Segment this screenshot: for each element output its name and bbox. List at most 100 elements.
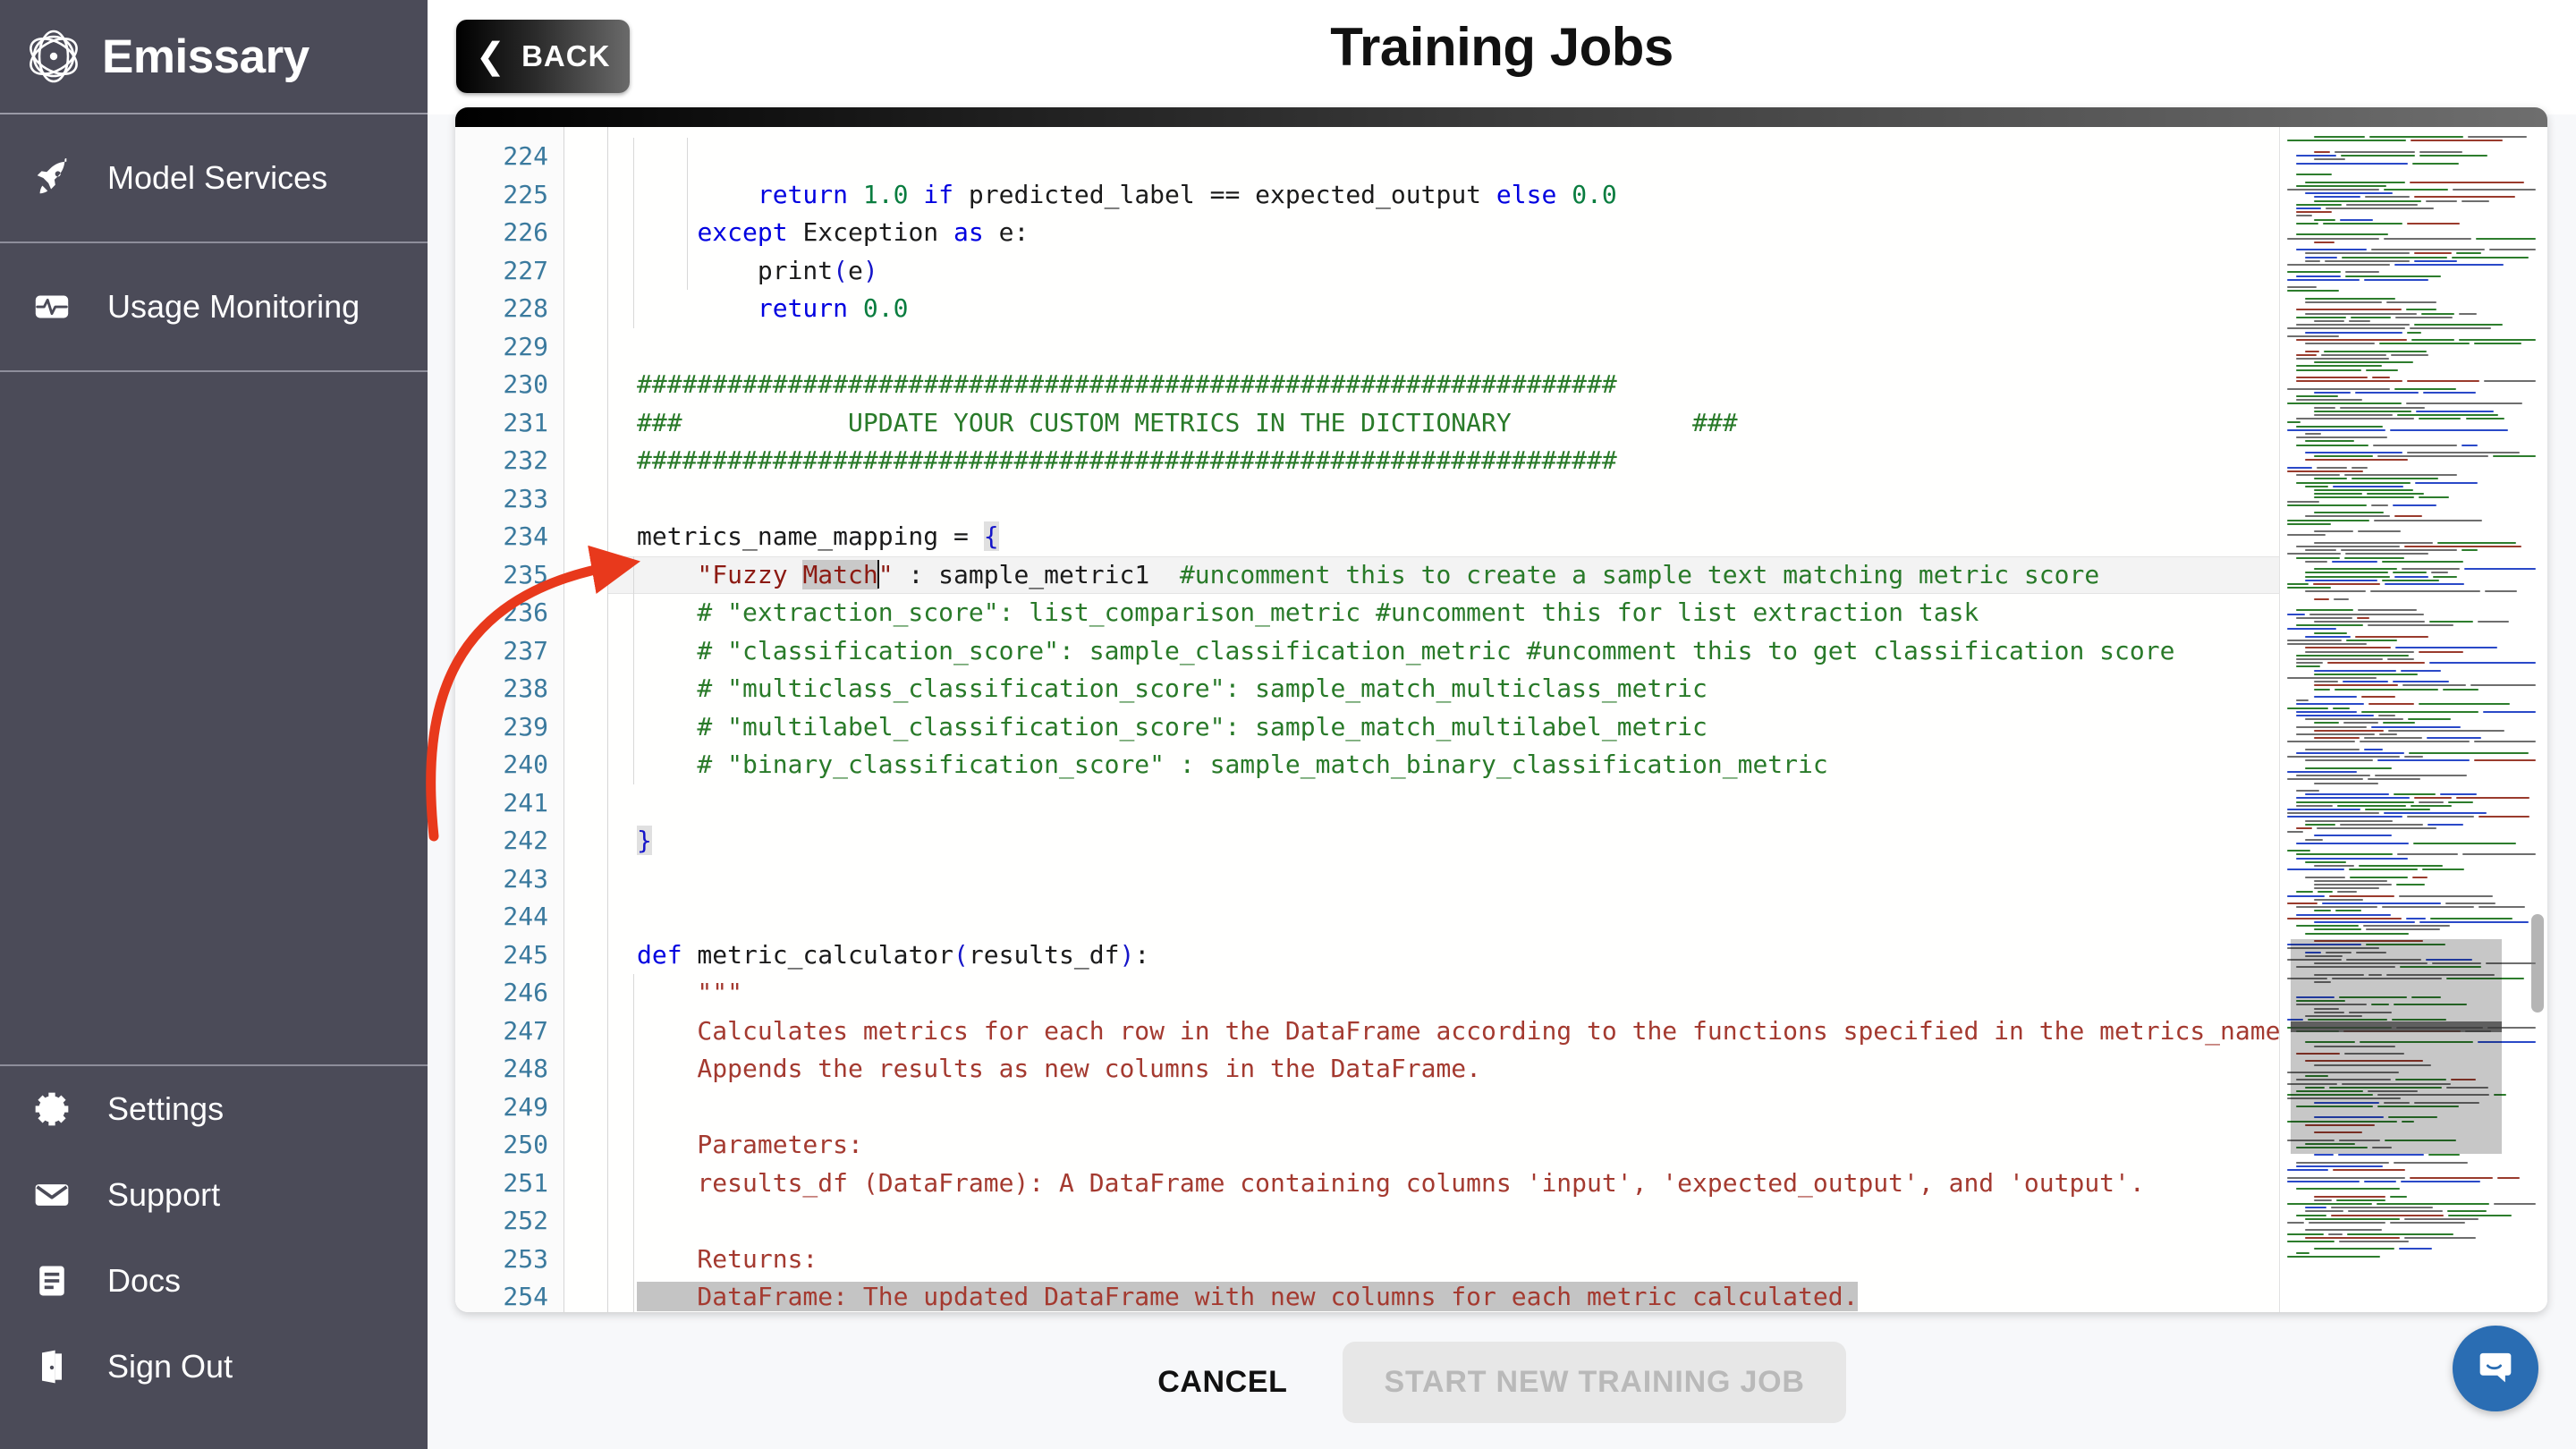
minimap-line xyxy=(2296,211,2332,214)
code-line[interactable]: # "multilabel_classification_score": sam… xyxy=(608,708,2279,747)
code-line[interactable]: except Exception as e: xyxy=(608,214,2279,252)
minimap-slider[interactable] xyxy=(2291,1021,2502,1032)
minimap-line xyxy=(2314,887,2380,890)
code-line[interactable] xyxy=(608,138,2279,176)
minimap-line xyxy=(2381,560,2464,563)
vertical-scrollbar-track[interactable] xyxy=(2528,127,2547,1312)
code-line[interactable]: def metric_calculator(results_df): xyxy=(608,936,2279,975)
code-line[interactable]: } xyxy=(608,822,2279,860)
brand-name: Emissary xyxy=(102,30,309,83)
sidebar-item-docs[interactable]: Docs xyxy=(0,1238,428,1324)
minimap-line xyxy=(2377,1203,2489,1205)
code-line[interactable]: # "extraction_score": list_comparison_me… xyxy=(608,594,2279,632)
code-line[interactable]: metrics_name_mapping = { xyxy=(608,518,2279,556)
minimap-line xyxy=(2367,493,2425,496)
code-line[interactable]: DataFrame: The updated DataFrame with ne… xyxy=(608,1278,2279,1312)
code-line[interactable]: Calculates metrics for each row in the D… xyxy=(608,1013,2279,1051)
code-line[interactable]: return 0.0 xyxy=(608,290,2279,328)
minimap-line xyxy=(2360,1041,2474,1044)
code-line[interactable] xyxy=(608,860,2279,899)
minimap-line xyxy=(2296,358,2390,360)
vertical-scrollbar-thumb[interactable] xyxy=(2531,914,2544,1013)
minimap-line xyxy=(2287,327,2406,330)
code-line[interactable]: ### UPDATE YOUR CUSTOM METRICS IN THE DI… xyxy=(608,404,2279,443)
editor-minimap[interactable] xyxy=(2279,127,2547,1312)
minimap-line xyxy=(2360,741,2470,743)
minimap-line xyxy=(2365,196,2411,199)
minimap-line xyxy=(2296,215,2312,217)
minimap-line xyxy=(2478,906,2525,909)
minimap-line xyxy=(2344,1053,2404,1055)
code-line[interactable] xyxy=(608,898,2279,936)
sidebar-item-settings[interactable]: Settings xyxy=(0,1066,428,1152)
code-line[interactable]: "Fuzzy Match" : sample_metric1 #uncommen… xyxy=(608,555,2279,594)
code-line[interactable]: # "binary_classification_score" : sample… xyxy=(608,746,2279,784)
code-line[interactable]: results_df (DataFrame): A DataFrame cont… xyxy=(608,1165,2279,1203)
code-line[interactable]: ########################################… xyxy=(608,366,2279,404)
brand-header[interactable]: Emissary xyxy=(0,0,428,114)
code-area[interactable]: return 1.0 if predicted_label == expecte… xyxy=(608,127,2279,1312)
minimap-line xyxy=(2322,902,2442,904)
minimap-line xyxy=(2387,658,2414,660)
code-line[interactable] xyxy=(608,480,2279,519)
minimap-line xyxy=(2337,1154,2425,1157)
line-number: 224 xyxy=(503,141,548,171)
minimap-line xyxy=(2287,944,2361,946)
minimap-line xyxy=(2464,568,2536,571)
main-content: ❮ BACK Training Jobs 224 225 226 227 228 229 2… xyxy=(428,0,2576,1449)
minimap-line xyxy=(2296,395,2339,397)
minimap-line xyxy=(2346,959,2421,961)
minimap-line xyxy=(2287,1241,2334,1242)
minimap-line xyxy=(2418,418,2462,420)
minimap-line xyxy=(2287,1097,2401,1100)
code-line[interactable]: Parameters: xyxy=(608,1126,2279,1165)
minimap-line xyxy=(2343,556,2404,559)
code-line[interactable] xyxy=(608,784,2279,823)
page-title: Training Jobs xyxy=(1330,17,1674,77)
intercom-chat-button[interactable] xyxy=(2453,1326,2538,1411)
code-line[interactable] xyxy=(608,328,2279,367)
minimap-line xyxy=(2305,838,2324,841)
code-line[interactable]: ########################################… xyxy=(608,442,2279,480)
indent-guide xyxy=(633,973,634,1312)
line-number: 249 xyxy=(503,1091,548,1122)
code-line[interactable]: """ xyxy=(608,974,2279,1013)
cancel-button[interactable]: CANCEL xyxy=(1157,1365,1287,1400)
sidebar-item-model-services[interactable]: Model Services xyxy=(0,114,428,243)
minimap-line xyxy=(2296,703,2364,706)
minimap-line xyxy=(2296,801,2414,803)
code-fold-column[interactable] xyxy=(564,127,608,1312)
minimap-line xyxy=(2287,771,2358,773)
minimap-line xyxy=(2453,189,2536,191)
minimap-line xyxy=(2476,237,2536,240)
code-line[interactable]: Returns: xyxy=(608,1241,2279,1279)
sidebar-item-sign-out[interactable]: Sign Out xyxy=(0,1324,428,1410)
minimap-line xyxy=(2394,264,2504,266)
minimap-line xyxy=(2445,902,2496,904)
minimap-line xyxy=(2384,1101,2411,1104)
line-number: 231 xyxy=(503,407,548,437)
minimap-line xyxy=(2327,1233,2343,1235)
minimap-line xyxy=(2287,850,2311,852)
code-line[interactable]: # "multiclass_classification_score": sam… xyxy=(608,670,2279,708)
envelope-icon xyxy=(30,1174,73,1216)
code-line[interactable]: print(e) xyxy=(608,252,2279,291)
minimap-line xyxy=(2287,959,2343,961)
minimap-line xyxy=(2314,737,2360,740)
minimap-line xyxy=(2296,324,2410,326)
code-line[interactable]: return 1.0 if predicted_label == expecte… xyxy=(608,176,2279,215)
minimap-line xyxy=(2296,1000,2345,1003)
line-number: 243 xyxy=(503,863,548,894)
code-line[interactable] xyxy=(608,1202,2279,1241)
minimap-line xyxy=(2415,410,2494,412)
sidebar-item-support[interactable]: Support xyxy=(0,1152,428,1238)
editor-body[interactable]: 224 225 226 227 228 229 230 231 232 233 234 235 236 2… xyxy=(455,127,2547,1312)
code-line[interactable]: # "classification_score": sample_classif… xyxy=(608,632,2279,671)
code-line[interactable]: Appends the results as new columns in th… xyxy=(608,1050,2279,1089)
sidebar-item-usage-monitoring[interactable]: Usage Monitoring xyxy=(0,243,428,372)
minimap-line xyxy=(2314,782,2379,784)
code-line[interactable] xyxy=(608,1089,2279,1127)
minimap-line xyxy=(2305,433,2322,435)
minimap-line xyxy=(2314,136,2366,139)
minimap-line xyxy=(2305,954,2343,957)
